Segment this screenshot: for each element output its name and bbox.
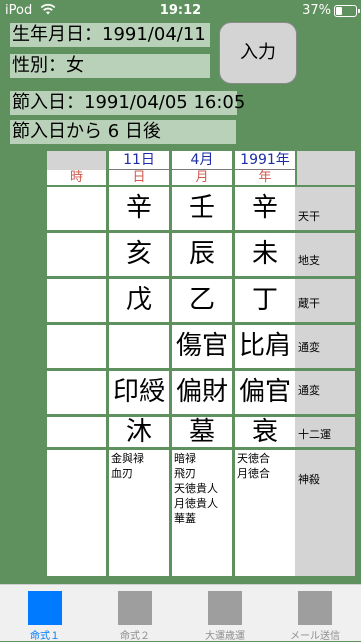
tenkan-month: 壬 [172,187,232,230]
tab-meishiki2[interactable]: 命式２ [90,585,180,642]
header-blank-right [297,151,355,185]
mail-icon [298,591,332,625]
meishiki1-icon [28,591,62,625]
chishi-month: 辰 [172,233,232,276]
tsuhen2-year: 偏官 [235,371,295,414]
chishi-year: 未 [235,233,295,276]
header-hour-pillar: 時 [47,170,106,185]
shinsatsu-year: 天徳合 月徳合 [235,450,295,576]
header-year-pillar: 年 [235,170,295,185]
header-year: 1991年 [235,151,295,170]
juniun-label: 十二運 [295,417,355,447]
setsunyubi-field: 節入日：1991/04/05 16:05 [10,91,246,115]
zokan-day: 戊 [109,279,169,322]
days-after-field: 節入日から 6 日後 [10,120,236,144]
tsuhen2-month: 偏財 [172,371,232,414]
shinsatsu-month-item: 華蓋 [174,512,196,525]
shinsatsu-year-item: 月徳合 [237,467,270,480]
tsuhen2-label: 通変 [295,371,355,414]
header-day: 11日 [109,151,169,170]
shinsatsu-year-item: 天徳合 [237,452,270,465]
tsuhen1-month: 傷官 [172,325,232,368]
input-button[interactable]: 入力 [219,22,297,84]
zokan-label: 蔵干 [295,279,355,322]
zokan-year: 丁 [235,279,295,322]
tab-taiun-saiun[interactable]: 大運歳運 [180,585,270,642]
shinsatsu-month-item: 月徳貴人 [174,497,218,510]
tsuhen1-label: 通変 [295,325,355,368]
shinsatsu-month-item: 暗禄 [174,452,196,465]
tsuhen2-hour [47,371,106,414]
shinsatsu-hour [47,450,106,576]
header-day-pillar: 日 [109,170,169,185]
tsuhen2-day: 印綬 [109,371,169,414]
status-bar: iPod 19:12 37% [0,0,361,20]
chishi-label: 地支 [295,233,355,276]
juniun-hour [47,417,106,447]
shinsatsu-day-item: 血刃 [111,467,133,480]
zokan-hour [47,279,106,322]
zokan-month: 乙 [172,279,232,322]
tenkan-label: 天干 [295,187,355,230]
battery-icon [334,5,360,17]
shinsatsu-month-item: 飛刃 [174,467,196,480]
shinsatsu-day: 金與禄 血刃 [109,450,169,576]
tab-mail[interactable]: メール送信 [270,585,360,642]
juniun-day: 沐 [109,417,169,447]
juniun-year: 衰 [235,417,295,447]
chishi-day: 亥 [109,233,169,276]
meishiki2-icon [118,591,152,625]
tenkan-day: 辛 [109,187,169,230]
tenkan-hour [47,187,106,230]
tenkan-year: 辛 [235,187,295,230]
tsuhen1-hour [47,325,106,368]
chishi-hour [47,233,106,276]
taiun-saiun-icon [208,591,242,625]
shinsatsu-month-item: 天徳貴人 [174,482,218,495]
header-month: 4月 [172,151,232,170]
birthdate-field: 生年月日：1991/04/11 [10,23,210,47]
tsuhen1-year: 比肩 [235,325,295,368]
gender-field: 性別：女 [10,54,210,78]
shinsatsu-day-item: 金與禄 [111,452,144,465]
battery-percent: 37% [302,3,331,18]
header-month-pillar: 月 [172,170,232,185]
shinsatsu-label: 神殺 [295,450,355,576]
tab-bar: 命式１ 命式２ 大運歳運 メール送信 [0,584,361,642]
tab-meishiki1[interactable]: 命式１ [0,585,90,642]
tsuhen1-day [109,325,169,368]
juniun-month: 墓 [172,417,232,447]
shinsatsu-month: 暗禄 飛刃 天徳貴人 月徳貴人 華蓋 [172,450,232,576]
